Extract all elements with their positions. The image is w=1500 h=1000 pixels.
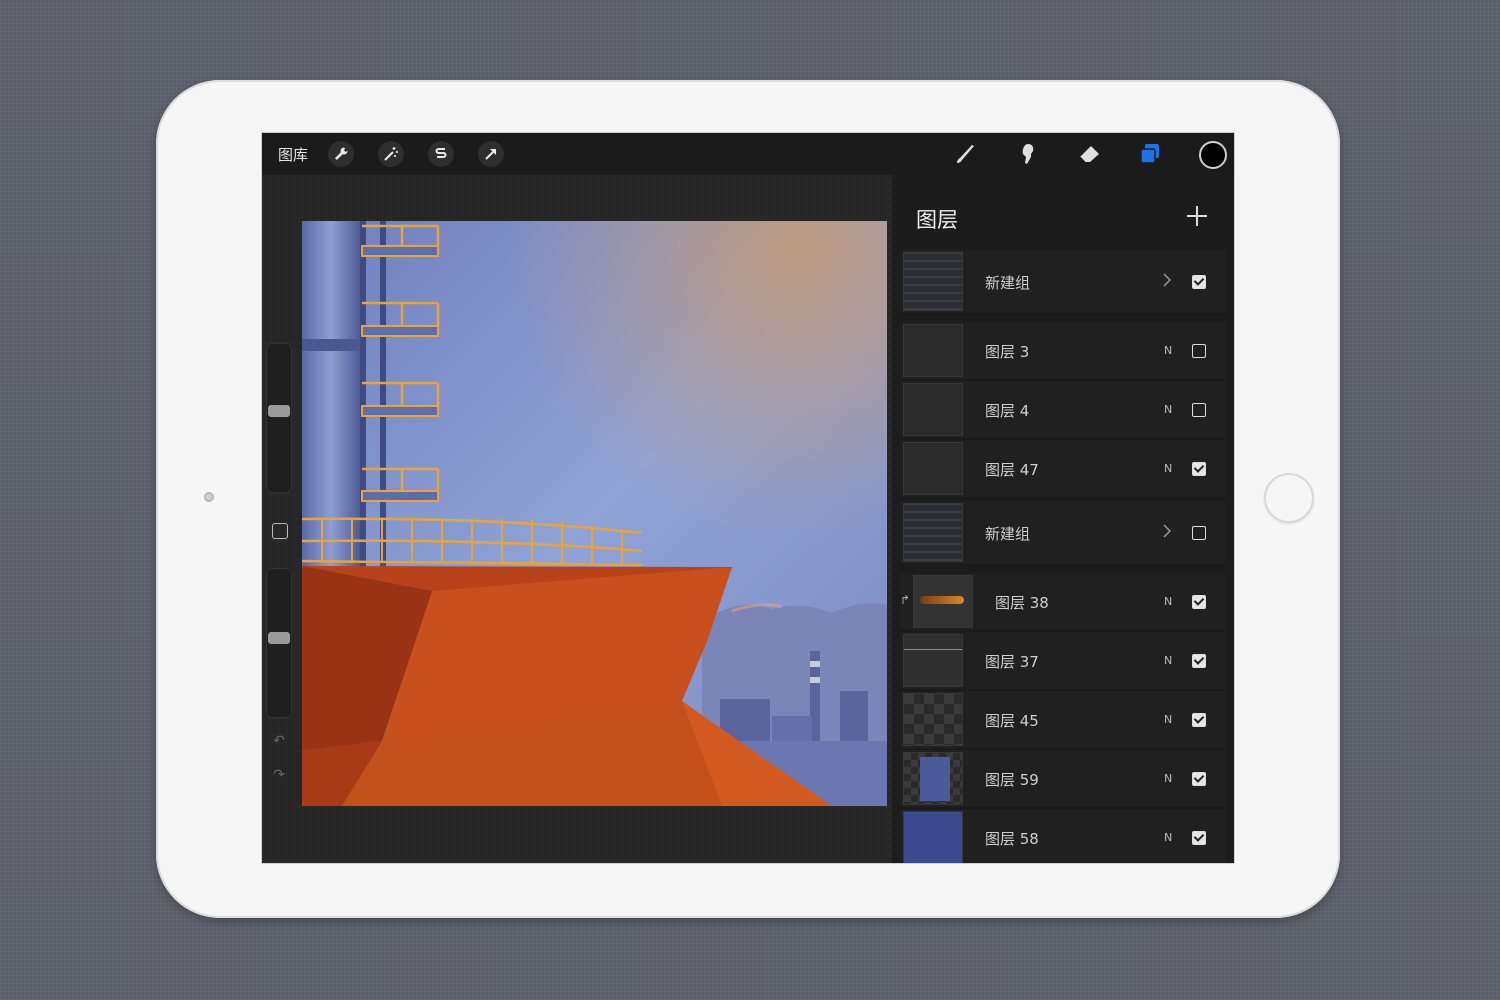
blend-mode-button[interactable]: N xyxy=(1164,713,1172,726)
color-picker-button[interactable] xyxy=(1199,141,1227,169)
layer-visibility-checkbox[interactable] xyxy=(1192,275,1206,289)
transform-button[interactable] xyxy=(478,141,504,167)
actions-button[interactable] xyxy=(328,141,354,167)
side-sliders: ↶ ↷ xyxy=(264,343,294,793)
layers-panel: 图层 新建组 图层 3 N 图层 4 N 图层 47 N 新建组 ↱ 图层 38… xyxy=(892,175,1234,863)
layer-row[interactable]: 图层 37 N xyxy=(900,632,1226,691)
layer-thumbnail xyxy=(903,752,963,805)
layer-visibility-checkbox[interactable] xyxy=(1192,462,1206,476)
brush-icon xyxy=(957,145,974,163)
layer-row[interactable]: ↱ 图层 38 N xyxy=(900,573,1226,632)
clipping-mask-icon: ↱ xyxy=(900,593,911,607)
brush-size-slider[interactable] xyxy=(266,343,292,493)
home-button[interactable] xyxy=(1264,473,1314,523)
artwork-illustration xyxy=(302,221,887,806)
chevron-right-icon[interactable] xyxy=(1162,272,1172,288)
layer-name[interactable]: 图层 58 xyxy=(985,828,1039,849)
layer-visibility-checkbox[interactable] xyxy=(1192,344,1206,358)
layer-visibility-checkbox[interactable] xyxy=(1192,831,1206,845)
layer-thumbnail xyxy=(913,575,973,628)
app-screen: 图库 ↶ ↷ 图层 新建组 图层 3 N 图层 4 N 图层 47 N 新建组 … xyxy=(261,132,1235,864)
layer-name[interactable]: 新建组 xyxy=(985,272,1030,293)
layer-row[interactable]: 新建组 xyxy=(900,501,1226,566)
wrench-icon xyxy=(335,147,348,160)
smudge-button[interactable] xyxy=(1014,140,1042,168)
blend-mode-button[interactable]: N xyxy=(1164,595,1172,608)
layer-name[interactable]: 图层 3 xyxy=(985,341,1029,362)
layer-row[interactable]: 图层 59 N xyxy=(900,750,1226,809)
layer-name[interactable]: 图层 59 xyxy=(985,769,1039,790)
layer-row[interactable]: 图层 3 N xyxy=(900,322,1226,381)
transform-arrow-icon xyxy=(485,149,496,160)
layer-visibility-checkbox[interactable] xyxy=(1192,772,1206,786)
blend-mode-button[interactable]: N xyxy=(1164,403,1172,416)
layer-row[interactable]: 新建组 xyxy=(900,250,1226,315)
opacity-thumb[interactable] xyxy=(268,632,290,644)
layer-visibility-checkbox[interactable] xyxy=(1192,526,1206,540)
eraser-button[interactable] xyxy=(1076,140,1104,168)
selection-button[interactable] xyxy=(428,141,454,167)
layer-row[interactable]: 图层 47 N xyxy=(900,440,1226,499)
front-camera xyxy=(204,492,214,502)
blend-mode-button[interactable]: N xyxy=(1164,462,1172,475)
layer-thumbnail xyxy=(903,324,963,377)
undo-icon[interactable]: ↶ xyxy=(271,733,287,749)
blend-mode-button[interactable]: N xyxy=(1164,654,1172,667)
layer-visibility-checkbox[interactable] xyxy=(1192,403,1206,417)
layer-name[interactable]: 图层 45 xyxy=(985,710,1039,731)
layer-visibility-checkbox[interactable] xyxy=(1192,654,1206,668)
drawing-canvas[interactable] xyxy=(302,221,887,806)
blend-mode-button[interactable]: N xyxy=(1164,772,1172,785)
selection-icon xyxy=(435,148,447,158)
layer-thumbnail xyxy=(903,383,963,436)
opacity-slider[interactable] xyxy=(266,568,292,718)
brush-button[interactable] xyxy=(952,140,980,168)
layer-thumbnail xyxy=(903,693,963,746)
chevron-right-icon[interactable] xyxy=(1162,523,1172,539)
layer-visibility-checkbox[interactable] xyxy=(1192,595,1206,609)
eraser-icon xyxy=(1079,146,1099,163)
layer-name[interactable]: 图层 37 xyxy=(985,651,1039,672)
layer-thumbnail xyxy=(903,442,963,495)
layer-name[interactable]: 图层 4 xyxy=(985,400,1029,421)
layer-row[interactable]: 图层 58 N xyxy=(900,809,1226,863)
modify-button[interactable] xyxy=(272,523,288,539)
redo-icon[interactable]: ↷ xyxy=(271,767,287,783)
add-layer-button[interactable] xyxy=(1186,205,1208,227)
layer-name[interactable]: 图层 47 xyxy=(985,459,1039,480)
smudge-icon xyxy=(1022,144,1034,164)
blend-mode-button[interactable]: N xyxy=(1164,344,1172,357)
layer-name[interactable]: 新建组 xyxy=(985,523,1030,544)
magic-wand-icon xyxy=(384,147,398,161)
layer-row[interactable]: 图层 45 N xyxy=(900,691,1226,750)
layer-thumbnail xyxy=(903,252,963,311)
brush-size-thumb[interactable] xyxy=(268,405,290,417)
layers-icon xyxy=(1140,144,1159,164)
blend-mode-button[interactable]: N xyxy=(1164,831,1172,844)
layer-row[interactable]: 图层 4 N xyxy=(900,381,1226,440)
layer-name[interactable]: 图层 38 xyxy=(995,592,1049,613)
layers-button[interactable] xyxy=(1136,140,1164,168)
gallery-button[interactable]: 图库 xyxy=(278,144,308,165)
layers-panel-title: 图层 xyxy=(916,208,958,232)
adjustments-button[interactable] xyxy=(378,141,404,167)
layer-thumbnail xyxy=(903,811,963,863)
layer-thumbnail xyxy=(903,634,963,687)
layer-thumbnail xyxy=(903,503,963,562)
layer-visibility-checkbox[interactable] xyxy=(1192,713,1206,727)
top-toolbar: 图库 xyxy=(262,133,1234,175)
